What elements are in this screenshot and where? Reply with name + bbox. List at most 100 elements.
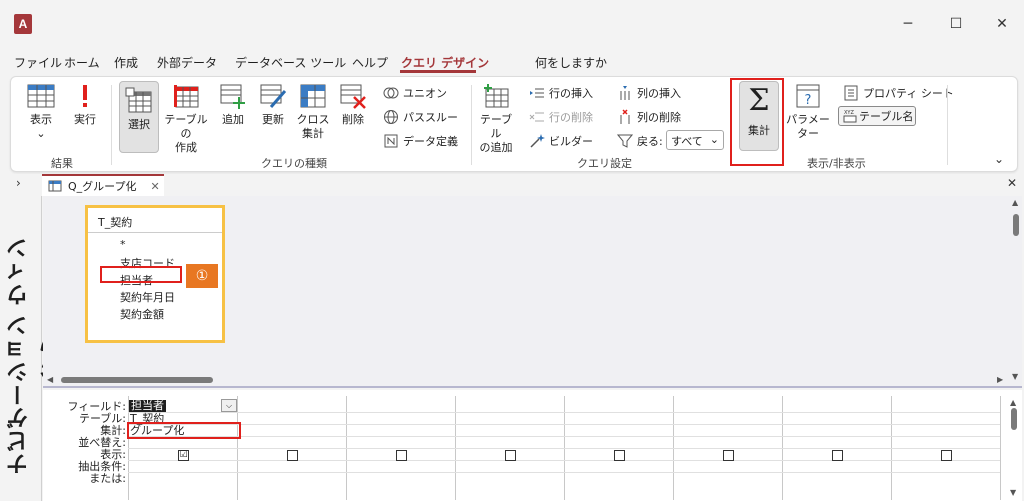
return-label-group: 戻る: [617, 133, 663, 149]
delete-columns-icon [620, 109, 630, 124]
crosstab-label-2: 集計 [302, 127, 324, 140]
close-window-button[interactable]: ✕ [990, 12, 1014, 36]
chevron-down-icon[interactable]: ⌵ [221, 399, 237, 412]
scroll-left-icon[interactable]: ◀ [47, 375, 53, 384]
scroll-right-icon[interactable]: ▶ [997, 375, 1003, 384]
delete-columns-button[interactable]: 列の削除 [617, 109, 681, 125]
row-label-show: 表示: [100, 448, 126, 461]
grid-column-divider [1000, 396, 1001, 500]
grid-vertical-scrollbar[interactable]: ▲ ▼ [1008, 398, 1020, 498]
upper-vertical-scrollbar[interactable]: ▲ ▼ [1010, 198, 1022, 384]
make-table-icon [174, 85, 199, 108]
scrollbar-thumb[interactable] [1011, 408, 1017, 430]
tab-create[interactable]: 作成 [114, 54, 138, 71]
return-select[interactable]: すべて ⌄ [666, 130, 724, 150]
show-checkbox-4[interactable] [505, 450, 516, 461]
tab-title: Q_グループ化 [68, 180, 137, 193]
field-item-contract-date[interactable]: 契約年月日 [120, 289, 175, 305]
run-button[interactable]: 実行 [67, 83, 103, 127]
tab-file[interactable]: ファイル [14, 54, 62, 71]
tab-external-data[interactable]: 外部データ [157, 54, 217, 71]
group-separator [947, 85, 948, 165]
grid-row-divider [128, 412, 1000, 413]
exclamation-icon [83, 85, 87, 107]
collapse-ribbon-button[interactable]: ⌄ [994, 152, 1004, 166]
insert-columns-button[interactable]: 列の挿入 [617, 85, 681, 101]
totals-highlight-box [730, 78, 784, 166]
filter-icon [617, 134, 633, 148]
builder-button[interactable]: ビルダー [529, 133, 593, 149]
pass-through-label: パススルー [403, 111, 458, 124]
tab-query-design[interactable]: クエリ デザイン [401, 54, 489, 71]
data-definition-label: データ定義 [403, 135, 458, 148]
show-checkbox-3[interactable] [396, 450, 407, 461]
field-item-contract-amount[interactable]: 契約金額 [120, 306, 164, 322]
tab-close-icon[interactable]: ✕ [151, 180, 160, 193]
chevron-right-icon[interactable]: › [16, 176, 21, 190]
group-label-results: 結果 [51, 157, 73, 170]
view-button[interactable]: 表示 ⌄ [23, 83, 59, 141]
show-checkbox-8[interactable] [941, 450, 952, 461]
tab-database-tools[interactable]: データベース ツール [235, 54, 346, 71]
menu-bar: ファイル ホーム 作成 外部データ データベース ツール ヘルプ クエリ デザイ… [0, 50, 1024, 117]
tell-me-search[interactable]: 何をしますか [535, 54, 607, 71]
show-checkbox-7[interactable] [832, 450, 843, 461]
builder-label: ビルダー [549, 135, 593, 148]
scrollbar-thumb[interactable] [1013, 214, 1019, 236]
maximize-button[interactable]: ☐ [944, 12, 968, 36]
delete-label: 削除 [342, 113, 364, 126]
scroll-down-icon[interactable]: ▼ [1010, 488, 1016, 497]
show-checkbox-2[interactable] [287, 450, 298, 461]
row-label-total: 集計: [100, 424, 126, 437]
make-table-button[interactable]: テーブルの 作成 [161, 83, 211, 155]
group-label-show-hide: 表示/非表示 [807, 157, 866, 170]
upper-horizontal-scrollbar[interactable]: ◀ ▶ [45, 374, 1009, 386]
parameters-icon: ? [796, 84, 820, 108]
scrollbar-thumb[interactable] [61, 377, 213, 383]
scroll-up-icon[interactable]: ▲ [1012, 198, 1018, 207]
append-query-icon [220, 84, 245, 109]
query-icon [48, 180, 62, 192]
field-cell-1[interactable]: 担当者 ⌵ [129, 399, 237, 412]
tab-help[interactable]: ヘルプ [352, 54, 388, 71]
pass-through-button[interactable]: パススルー [383, 109, 458, 125]
title-bar: A ─ ☐ ✕ [0, 0, 1024, 48]
parameters-button[interactable]: ? パラメーター [783, 83, 833, 141]
crosstab-query-button[interactable]: クロス 集計 [295, 83, 331, 141]
delete-query-button[interactable]: 削除 [335, 83, 371, 127]
select-query-button[interactable]: 選択 [119, 81, 159, 153]
scroll-up-icon[interactable]: ▲ [1010, 398, 1016, 407]
insert-rows-button[interactable]: 行の挿入 [529, 85, 593, 101]
show-table-label-1: テーブル [479, 113, 513, 140]
data-definition-button[interactable]: データ定義 [383, 133, 458, 149]
minimize-button[interactable]: ─ [896, 12, 920, 36]
row-label-field: フィールド: [67, 400, 127, 413]
show-table-label-2: の追加 [479, 141, 513, 154]
table-names-icon: XYZ [843, 110, 857, 123]
update-query-button[interactable]: 更新 [255, 83, 291, 127]
scroll-down-icon[interactable]: ▼ [1012, 372, 1018, 381]
crosstab-label-1: クロス [296, 113, 330, 126]
grid-row-divider [128, 436, 1000, 437]
update-label: 更新 [262, 113, 284, 126]
field-item-asterisk[interactable]: * [120, 238, 126, 251]
show-checkbox-6[interactable] [723, 450, 734, 461]
show-checkbox-1[interactable]: ☑ [178, 450, 189, 461]
make-table-label-1: テーブルの [164, 113, 208, 140]
append-query-button[interactable]: 追加 [215, 83, 251, 127]
data-definition-icon [384, 134, 398, 148]
show-checkbox-5[interactable] [614, 450, 625, 461]
crosstab-icon [300, 84, 326, 108]
union-button[interactable]: ユニオン [383, 85, 447, 101]
delete-columns-label: 列の削除 [637, 111, 681, 124]
navigation-pane-title[interactable]: ナビゲーション ウィンドウ [4, 236, 64, 476]
tab-q-grouping[interactable]: Q_グループ化 ✕ [42, 174, 164, 196]
table-names-button[interactable]: XYZ テーブル名 [838, 106, 916, 126]
parameters-label: パラメーター [786, 113, 830, 140]
property-sheet-button[interactable]: プロパティ シート [843, 85, 954, 101]
show-table-button[interactable]: テーブル の追加 [475, 83, 517, 155]
row-label-or: または: [89, 472, 126, 485]
tab-home[interactable]: ホーム [64, 54, 100, 71]
close-document-button[interactable]: ✕ [1007, 176, 1017, 190]
select-label: 選択 [128, 118, 150, 131]
